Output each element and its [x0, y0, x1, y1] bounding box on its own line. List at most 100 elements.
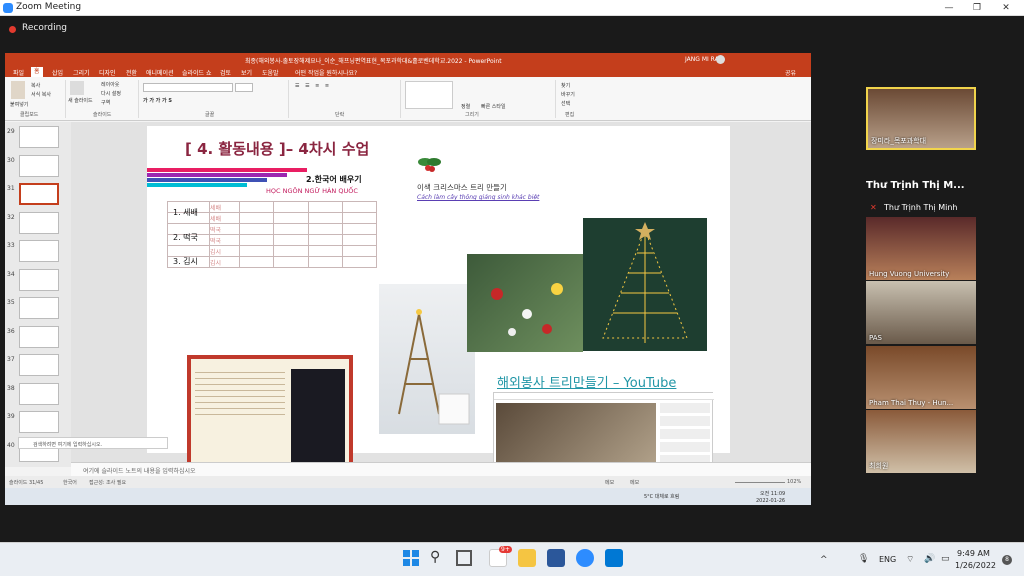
mic-icon[interactable]: 🎙	[858, 554, 869, 564]
search-icon[interactable]: ⚲	[430, 549, 440, 565]
vocab-label: 2. 떡국	[173, 233, 198, 242]
slide-thumbnail[interactable]	[19, 183, 59, 205]
tab-insert[interactable]: 삽입	[52, 68, 63, 77]
word-icon[interactable]	[547, 549, 565, 567]
paste-button[interactable]: 붙여넣기	[10, 101, 28, 108]
language-status[interactable]: 한국어	[63, 479, 77, 486]
participant-name: Thư Trịnh Thị Minh	[884, 203, 958, 212]
section-button[interactable]: 구역	[101, 99, 110, 106]
thumb-number: 29	[7, 128, 15, 135]
video-tile[interactable]: Hung Vuong University	[866, 217, 976, 280]
thumb-number: 36	[7, 327, 15, 335]
slide-thumbnail[interactable]	[19, 240, 59, 262]
vocab-cell: 김시	[209, 245, 240, 257]
volume-icon[interactable]: 🔊	[924, 554, 935, 564]
clock-date[interactable]: 1/26/2022	[955, 561, 996, 570]
slide-thumbnail[interactable]	[19, 354, 59, 376]
wifi-icon[interactable]: ⌔	[906, 554, 914, 565]
recording-label[interactable]: Recording	[22, 23, 67, 33]
slide-thumbnail[interactable]	[19, 268, 59, 291]
video-tile[interactable]: 최희원	[866, 410, 976, 473]
youtube-link[interactable]: 해외봉사 트리만들기 – YouTube	[497, 372, 676, 391]
thumb-number: 31	[7, 185, 15, 192]
ppt-title: 최종(해외봉사-출토장해제요나_이순_해프닝편역표현_목포과학대&홀로벤데학교.…	[245, 58, 502, 65]
inner-weather: 5°C 대체로 흐림	[644, 494, 680, 500]
card-tree-photo	[291, 369, 345, 469]
input-language[interactable]: ENG	[879, 555, 896, 564]
participant-name: PAS	[869, 334, 883, 342]
tab-file[interactable]: 파일	[13, 68, 24, 77]
tab-animations[interactable]: 애니메이션	[146, 68, 174, 77]
ribbon: 붙여넣기 복사 서식 복사 클립보드 새 슬라이드 레이아웃 다시 설정 구역 …	[5, 77, 811, 121]
slide-thumbnail[interactable]	[19, 411, 59, 433]
new-slide-button[interactable]: 새 슬라이드	[68, 97, 93, 104]
bold-icon[interactable]: 가 가 가 가 S	[143, 97, 172, 104]
app-icon[interactable]	[605, 549, 623, 567]
slide-thumbnail[interactable]	[19, 154, 59, 177]
tab-design[interactable]: 디자인	[99, 68, 116, 77]
current-slide[interactable]: [ 4. 활동내용 ]– 4차시 수업 2.한국어 배우기 HỌC NGÔN N…	[147, 126, 730, 497]
tab-home[interactable]: 홈	[31, 67, 43, 77]
notes-pane[interactable]: 여기에 슬라이드 노트의 내용을 입력하십시오	[71, 462, 811, 476]
layout-button[interactable]: 레이아웃	[101, 81, 119, 88]
battery-icon[interactable]: ▭	[941, 554, 950, 564]
tab-view[interactable]: 보기	[241, 68, 252, 77]
font-name-select[interactable]	[143, 83, 233, 92]
participant-name-large[interactable]: Thư Trịnh Thị M...	[866, 180, 965, 191]
zoom-level[interactable]: 102%	[787, 479, 801, 485]
find-button[interactable]: 찾기	[561, 82, 570, 89]
ppt-user: JANG MI RA	[685, 56, 719, 63]
paste-icon[interactable]	[11, 81, 25, 99]
replace-button[interactable]: 바꾸기	[561, 91, 575, 98]
notes-toggle[interactable]: 메모	[605, 479, 614, 486]
file-explorer-icon[interactable]	[518, 549, 536, 567]
copy-button[interactable]: 복사	[31, 82, 40, 89]
minimize-button[interactable]: —	[935, 0, 963, 16]
tab-draw[interactable]: 그리기	[73, 68, 90, 77]
tab-help[interactable]: 도움말	[262, 68, 279, 77]
slide-thumbnail[interactable]	[19, 126, 59, 148]
notification-center[interactable]: 8	[1002, 555, 1012, 565]
tree-photo-decorated	[467, 254, 583, 352]
inner-search-box[interactable]: 검색하려면 여기에 입력하십시오.	[18, 437, 168, 449]
arrange-button[interactable]: 정렬	[461, 103, 470, 110]
vocab-cell: 세배	[209, 201, 240, 213]
select-button[interactable]: 선택	[561, 100, 570, 107]
zoom-slider[interactable]	[735, 482, 785, 483]
chevron-up-icon[interactable]: ^	[820, 555, 828, 565]
maximize-button[interactable]: ❐	[963, 0, 991, 16]
share-button[interactable]: 공유	[785, 68, 796, 77]
slide-thumbnail[interactable]	[19, 382, 59, 405]
quick-styles-button[interactable]: 빠른 스타일	[481, 103, 506, 110]
decorative-stripe	[147, 173, 287, 177]
card-text-lines	[195, 367, 285, 417]
new-slide-icon[interactable]	[70, 81, 84, 95]
slide-thumbnail[interactable]	[19, 211, 59, 234]
tell-me-search[interactable]: 어떤 작업을 원하시나요?	[295, 68, 357, 77]
start-icon[interactable]	[402, 549, 420, 567]
tab-slideshow[interactable]: 슬라이드 쇼	[182, 68, 212, 77]
clock-time[interactable]: 9:49 AM	[957, 549, 990, 558]
font-size-select[interactable]	[235, 83, 253, 92]
zoom-app-icon[interactable]	[576, 549, 594, 567]
close-button[interactable]: ✕	[992, 0, 1020, 16]
video-tile-active-speaker[interactable]: 장미라_목포과학대	[866, 87, 976, 150]
reset-button[interactable]: 다시 설정	[101, 90, 121, 97]
video-tile[interactable]: Pham Thai Thuy - Hun...	[866, 346, 976, 409]
tab-transitions[interactable]: 전환	[126, 68, 137, 77]
group-font: 글꼴	[205, 112, 215, 118]
shapes-gallery[interactable]	[405, 81, 453, 109]
tab-review[interactable]: 검토	[220, 68, 231, 77]
window-title: Zoom Meeting	[16, 2, 82, 12]
accessibility-status[interactable]: 접근성: 조사 필요	[89, 479, 126, 486]
video-tile[interactable]: PAS	[866, 281, 976, 344]
paragraph-icons[interactable]: ☰ ☰ ≡ ≡	[295, 83, 331, 89]
comments-toggle[interactable]: 메모	[630, 479, 639, 486]
slide-thumbnail[interactable]	[19, 297, 59, 319]
thumb-number: 34	[7, 270, 15, 278]
task-view-icon[interactable]	[456, 550, 472, 566]
vocab-cell: 떡국	[209, 223, 240, 235]
slide-thumbnail[interactable]	[19, 325, 59, 348]
user-avatar[interactable]	[716, 55, 725, 64]
format-painter-button[interactable]: 서식 복사	[31, 91, 51, 98]
